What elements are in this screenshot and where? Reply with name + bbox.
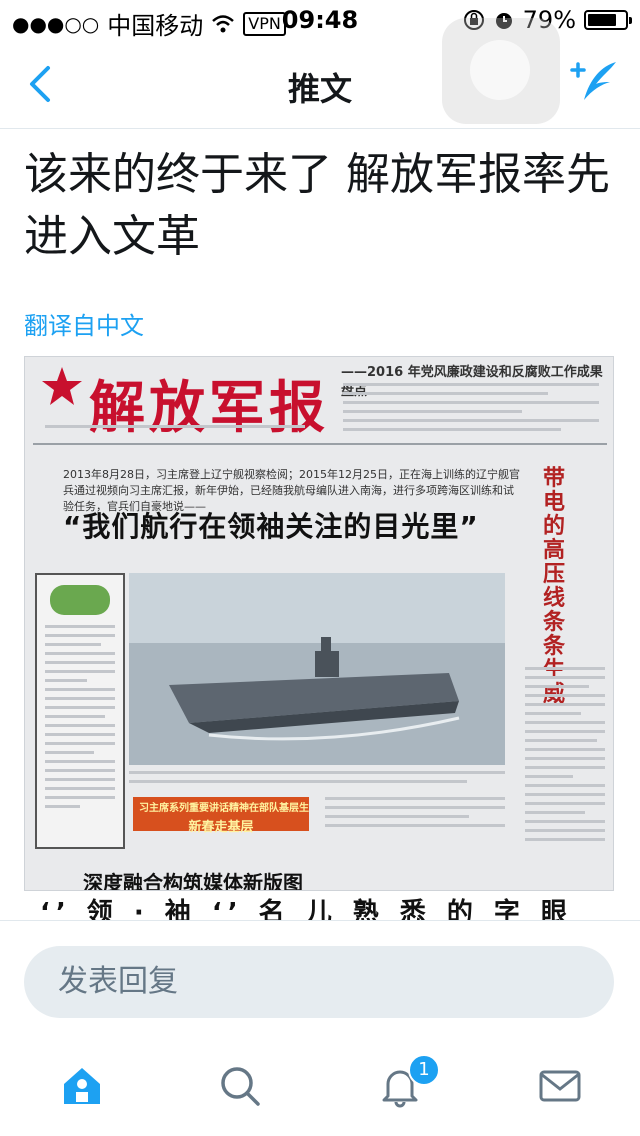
notification-badge: 1	[408, 1054, 440, 1086]
newspaper-headline: “我们航行在领袖关注的目光里”	[63, 510, 479, 543]
home-icon[interactable]	[58, 1062, 106, 1110]
tweet-text: 该来的终于来了 解放军报率先进入文革	[24, 149, 610, 262]
tab-bar	[0, 1040, 640, 1136]
messages-icon[interactable]	[536, 1062, 584, 1110]
newspaper-lower-columns	[325, 797, 505, 833]
newspaper-left-inset	[35, 573, 125, 849]
newspaper-article-columns	[129, 771, 505, 789]
newspaper-bottom-headline: 深度融合构筑媒体新版图	[83, 871, 303, 891]
newspaper-top-columns	[343, 383, 599, 437]
battery-fill	[588, 14, 617, 26]
translate-link[interactable]: 翻译自中文	[24, 306, 144, 341]
battery-icon	[584, 10, 632, 30]
newspaper-rule	[33, 443, 607, 445]
newspaper-red-banner: 习主席系列重要讲话精神在部队基层生根 新春走基层	[133, 797, 309, 835]
reply-divider	[0, 920, 640, 921]
reply-input[interactable]: 发表回复	[24, 946, 614, 1018]
assistive-touch-button[interactable]	[442, 18, 560, 124]
inset-logo	[50, 585, 110, 615]
newspaper-cut-headline: ‘’ 领 · 袖 ‘’ 名 儿 熟 悉 的 字 眼	[40, 898, 573, 920]
red-banner-line1: 习主席系列重要讲话精神在部队基层生根	[139, 803, 309, 814]
tweet-image-newspaper[interactable]: 解放军报 ——2016 年党风廉政建设和反腐败工作成果盘点 2013年8月28日…	[24, 356, 614, 891]
red-banner-line2: 新春走基层	[188, 820, 254, 835]
search-icon[interactable]	[216, 1062, 264, 1110]
inset-text-lines	[45, 625, 115, 808]
army-star-icon	[42, 367, 82, 405]
aircraft-carrier-photo	[129, 573, 505, 765]
newspaper-right-columns	[525, 667, 605, 847]
compose-tweet-icon[interactable]	[566, 56, 622, 112]
assistive-touch-inner	[470, 40, 530, 100]
newspaper-date-line	[45, 425, 305, 434]
